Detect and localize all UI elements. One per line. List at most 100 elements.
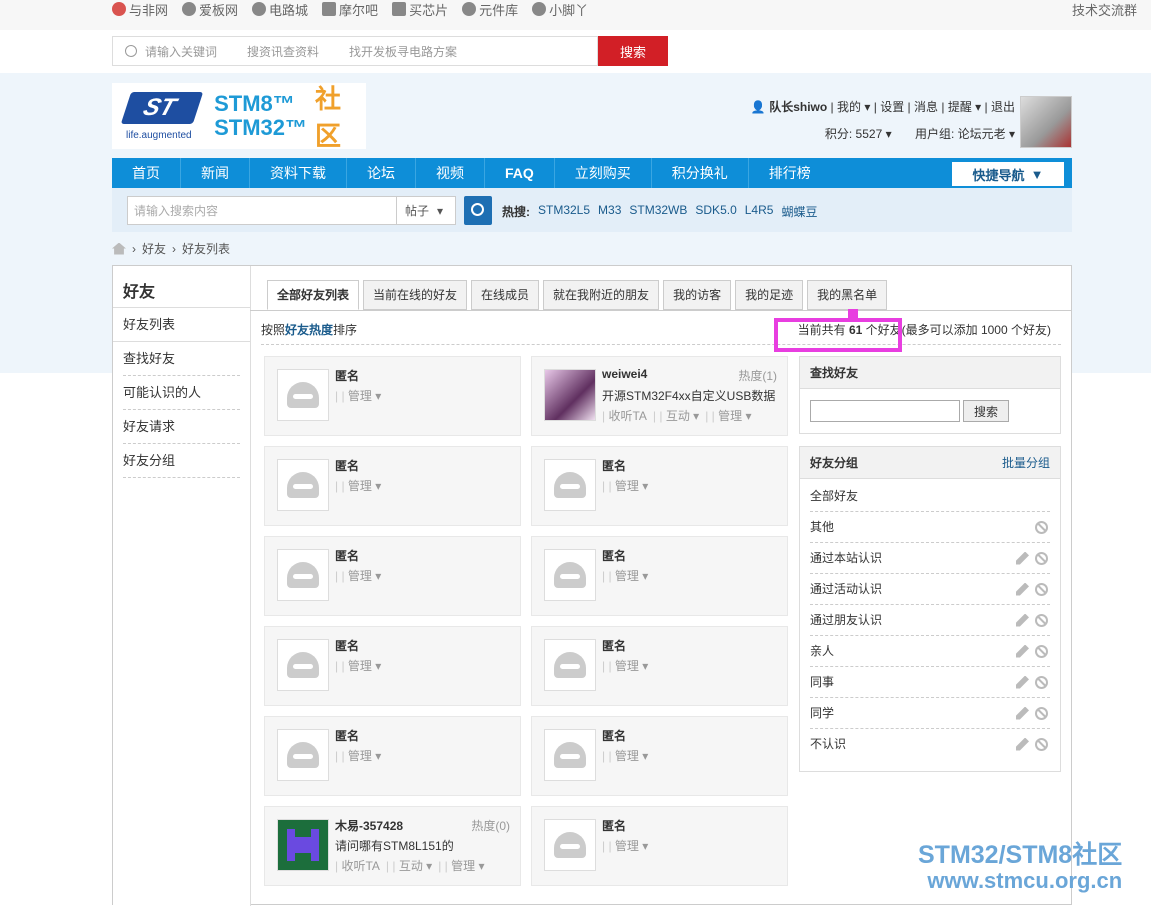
friend-group-item[interactable]: 全部好友 (810, 481, 1050, 512)
manage-menu[interactable]: 管理 ▾ (602, 747, 648, 764)
nav-home[interactable]: 首页 (112, 158, 181, 188)
quick-nav-button[interactable]: 快捷导航 ▼ (952, 162, 1064, 186)
tab-online-members[interactable]: 在线成员 (471, 280, 540, 310)
content-search-input[interactable]: 请输入搜索内容 (127, 196, 397, 225)
manage-menu[interactable]: 管理 ▾ (602, 477, 648, 494)
friend-name[interactable]: 匿名 (602, 817, 626, 834)
sidebar-item-groups[interactable]: 好友分组 (123, 444, 240, 478)
edit-icon[interactable] (1016, 551, 1029, 565)
tab-visitors[interactable]: 我的访客 (663, 280, 732, 310)
anonymous-avatar-icon[interactable] (544, 639, 596, 691)
friend-group-item[interactable]: 通过活动认识 (810, 574, 1050, 605)
tab-nearby[interactable]: 就在我附近的朋友 (543, 280, 660, 310)
friend-name[interactable]: 匿名 (602, 547, 626, 564)
partner-link-5[interactable]: 元件库 (462, 0, 518, 18)
manage-menu[interactable]: 管理 ▾ (602, 837, 648, 854)
sidebar-item-find-friend[interactable]: 查找好友 (123, 342, 240, 376)
hot-link-1[interactable]: M33 (598, 203, 621, 220)
interact-menu[interactable]: 互动 ▾ (386, 857, 432, 874)
edit-icon[interactable] (1016, 706, 1029, 720)
hot-link-4[interactable]: L4R5 (745, 203, 774, 220)
hot-link-5[interactable]: 蝴蝶豆 (781, 203, 817, 220)
partner-link-6[interactable]: 小脚丫 (532, 0, 588, 18)
nav-faq[interactable]: FAQ (485, 158, 555, 188)
friend-group-item[interactable]: 同学 (810, 698, 1050, 729)
tab-footprints[interactable]: 我的足迹 (735, 280, 804, 310)
search-icon[interactable] (464, 196, 492, 225)
friend-status[interactable]: 开源STM32F4xx自定义USB数据 (602, 387, 782, 404)
edit-icon[interactable] (1016, 675, 1029, 689)
sidebar-item-maybe-know[interactable]: 可能认识的人 (123, 376, 240, 410)
friend-name[interactable]: 匿名 (335, 457, 359, 474)
manage-menu[interactable]: 管理 ▾ (602, 657, 648, 674)
edit-icon[interactable] (1016, 613, 1029, 627)
hot-link-2[interactable]: STM32WB (629, 203, 687, 220)
tab-online-friends[interactable]: 当前在线的好友 (363, 280, 468, 310)
delete-icon[interactable] (1035, 520, 1048, 534)
friend-group-item[interactable]: 同事 (810, 667, 1050, 698)
friend-group-item[interactable]: 其他 (810, 512, 1050, 543)
friend-name[interactable]: 匿名 (602, 637, 626, 654)
friend-group-item[interactable]: 通过朋友认识 (810, 605, 1050, 636)
friend-name[interactable]: 匿名 (335, 637, 359, 654)
sidebar-item-requests[interactable]: 好友请求 (123, 410, 240, 444)
points-menu[interactable]: 积分: 5527 (825, 127, 882, 141)
nav-forum[interactable]: 论坛 (347, 158, 416, 188)
batch-group-link[interactable]: 批量分组 (1002, 447, 1050, 479)
friend-group-item[interactable]: 通过本站认识 (810, 543, 1050, 574)
nav-downloads[interactable]: 资料下载 (250, 158, 347, 188)
friend-name[interactable]: 匿名 (602, 727, 626, 744)
delete-icon[interactable] (1035, 551, 1048, 565)
partner-link-4[interactable]: 买芯片 (392, 0, 448, 18)
reminders-link[interactable]: 提醒 (948, 100, 972, 114)
tab-blacklist[interactable]: 我的黑名单 (807, 280, 888, 310)
edit-icon[interactable] (1016, 582, 1029, 596)
hot-link-0[interactable]: STM32L5 (538, 203, 590, 220)
friend-group-item[interactable]: 亲人 (810, 636, 1050, 667)
partner-link-2[interactable]: 电路城 (252, 0, 308, 18)
hot-link-3[interactable]: SDK5.0 (695, 203, 736, 220)
follow-link[interactable]: 收听TA (602, 407, 647, 424)
breadcrumb-friends[interactable]: 好友 (142, 240, 166, 257)
site-search-button[interactable]: 搜索 (598, 36, 668, 66)
nav-video[interactable]: 视频 (416, 158, 485, 188)
delete-icon[interactable] (1035, 613, 1048, 627)
follow-link[interactable]: 收听TA (335, 857, 380, 874)
delete-icon[interactable] (1035, 706, 1048, 720)
friend-name[interactable]: 木易-357428 (335, 817, 403, 834)
nav-rewards[interactable]: 积分换礼 (652, 158, 749, 188)
anonymous-avatar-icon[interactable] (544, 459, 596, 511)
settings-link[interactable]: 设置 (880, 100, 904, 114)
manage-menu[interactable]: 管理 ▾ (438, 857, 485, 874)
friend-group-item[interactable]: 不认识 (810, 729, 1050, 760)
friend-name[interactable]: 匿名 (335, 727, 359, 744)
friend-name[interactable]: 匿名 (602, 457, 626, 474)
manage-menu[interactable]: 管理 ▾ (705, 407, 752, 424)
tech-group-link[interactable]: 技术交流群 (1072, 0, 1137, 19)
anonymous-avatar-icon[interactable] (277, 639, 329, 691)
anonymous-avatar-icon[interactable] (544, 549, 596, 601)
friend-status[interactable]: 请问哪有STM8L151的 (335, 837, 515, 854)
nav-news[interactable]: 新闻 (181, 158, 250, 188)
nav-buy[interactable]: 立刻购买 (555, 158, 652, 188)
manage-menu[interactable]: 管理 ▾ (602, 567, 648, 584)
breadcrumb-friend-list[interactable]: 好友列表 (182, 240, 230, 257)
delete-icon[interactable] (1035, 644, 1048, 658)
anonymous-avatar-icon[interactable] (277, 369, 329, 421)
my-menu[interactable]: 我的 (837, 100, 861, 114)
usergroup-menu[interactable]: 用户组: 论坛元老 (915, 127, 1006, 141)
sort-by-heat-link[interactable]: 好友热度 (285, 323, 333, 337)
interact-menu[interactable]: 互动 ▾ (653, 407, 699, 424)
anonymous-avatar-icon[interactable] (277, 459, 329, 511)
anonymous-avatar-icon[interactable] (277, 729, 329, 781)
friend-name[interactable]: 匿名 (335, 547, 359, 564)
find-friend-input[interactable] (810, 400, 960, 422)
friend-name[interactable]: 匿名 (335, 367, 359, 384)
nav-ranking[interactable]: 排行榜 (749, 158, 831, 188)
delete-icon[interactable] (1035, 675, 1048, 689)
find-friend-button[interactable]: 搜索 (963, 400, 1009, 422)
manage-menu[interactable]: 管理 ▾ (335, 567, 381, 584)
avatar[interactable] (1020, 96, 1072, 148)
sidebar-item-friend-list[interactable]: 好友列表 (113, 308, 250, 342)
friend-name[interactable]: weiwei4 (602, 367, 647, 381)
